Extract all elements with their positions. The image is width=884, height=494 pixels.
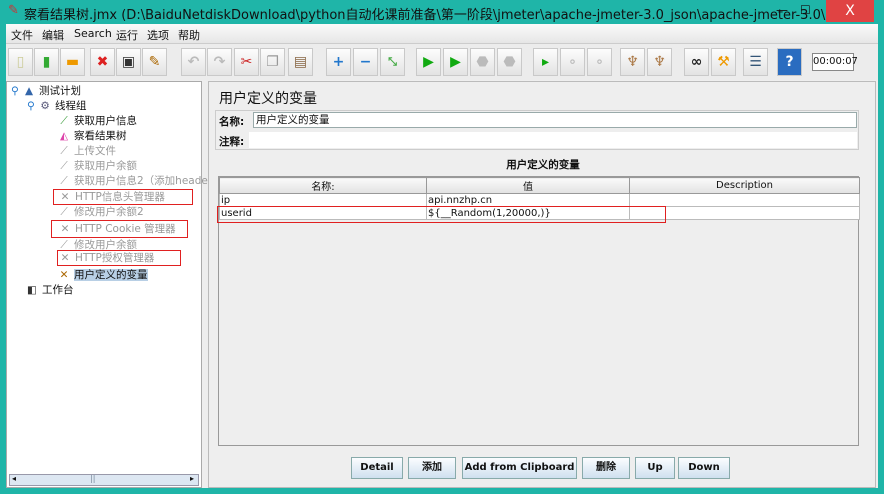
- chart-icon: ◭: [59, 130, 69, 142]
- start-icon[interactable]: ▶: [416, 48, 441, 76]
- menu-options[interactable]: 选项: [147, 27, 169, 43]
- comment-input[interactable]: [249, 132, 857, 148]
- menu-help[interactable]: 帮助: [178, 27, 200, 43]
- templates-icon[interactable]: ▮: [34, 48, 59, 76]
- wrench-icon: ✕: [60, 223, 70, 235]
- tree-node-sampler[interactable]: ⟋ 获取用户信息2（添加header: [57, 174, 212, 189]
- variables-table: 名称: 值 Description ip api.nnzhp.cn userid…: [217, 176, 860, 446]
- wrench-icon: ✕: [60, 252, 70, 264]
- undo-icon[interactable]: ↶: [181, 48, 206, 76]
- pipette-icon: ⟋: [60, 115, 68, 127]
- close-file-icon[interactable]: ✖: [90, 48, 115, 76]
- pipette-icon: ⟋: [60, 175, 68, 187]
- name-input[interactable]: 用户定义的变量: [253, 112, 857, 128]
- tree-node-sampler[interactable]: ⟋ 获取用户余额: [57, 159, 137, 174]
- tree-node-test-plan[interactable]: ⚲ ▲ 测试计划: [11, 84, 81, 99]
- collapse-icon[interactable]: −: [353, 48, 378, 76]
- scroll-left-icon[interactable]: ◂: [12, 474, 16, 483]
- shutdown-icon[interactable]: ⬣: [497, 48, 522, 76]
- tree-node-config[interactable]: ✕ HTTP Cookie 管理器: [51, 220, 188, 238]
- copy-icon[interactable]: ❐: [260, 48, 285, 76]
- reset-search-broom-icon[interactable]: ⚒: [711, 48, 736, 76]
- function-helper-icon[interactable]: ☰: [743, 48, 768, 76]
- remote-exit-icon[interactable]: ∘: [587, 48, 612, 76]
- toggle-icon[interactable]: ⤡: [380, 48, 405, 76]
- notebook-icon: ◧: [27, 284, 37, 296]
- search-binoculars-icon[interactable]: ∞: [684, 48, 709, 76]
- remote-stop-icon[interactable]: ∘: [560, 48, 585, 76]
- tree-node-config[interactable]: ✕ HTTP信息头管理器: [53, 189, 193, 205]
- save-icon[interactable]: ▣: [116, 48, 141, 76]
- title-bar: ✎ 察看结果树.jmx (D:\BaiduNetdiskDownload\pyt…: [0, 0, 884, 24]
- tree-node-config[interactable]: ✕ HTTP授权管理器: [57, 250, 181, 266]
- column-header-description[interactable]: Description: [629, 177, 860, 194]
- cell-name[interactable]: ip: [219, 193, 427, 207]
- menu-bar: 文件 编辑 Search 运行 选项 帮助: [6, 24, 878, 44]
- window-title: 察看结果树.jmx (D:\BaiduNetdiskDownload\pytho…: [24, 8, 863, 23]
- menu-file[interactable]: 文件: [11, 27, 33, 43]
- down-button[interactable]: Down: [678, 457, 730, 479]
- detail-button[interactable]: Detail: [351, 457, 403, 479]
- tree-node-sampler[interactable]: ⟋ 上传文件: [57, 144, 116, 159]
- column-header-value[interactable]: 值: [426, 177, 630, 194]
- open-icon[interactable]: ▬: [60, 48, 85, 76]
- tree-node-thread-group[interactable]: ⚲ ⚙ 线程组: [27, 99, 87, 114]
- test-plan-tree: ⚲ ▲ 测试计划 ⚲ ⚙ 线程组 ⟋ 获取用户信息 ◭ 察看结果树 ⟋ 上传文件 ⟋ 获取用…: [6, 81, 212, 488]
- save-as-icon[interactable]: ✎: [142, 48, 167, 76]
- cell-description[interactable]: [629, 193, 860, 207]
- redo-icon[interactable]: ↷: [207, 48, 232, 76]
- close-button[interactable]: X: [826, 0, 874, 22]
- comment-label: 注释:: [219, 136, 245, 148]
- clear-all-icon[interactable]: ♆: [647, 48, 672, 76]
- name-label: 名称:: [219, 116, 245, 128]
- highlight-box: [217, 206, 666, 223]
- tree-node-sampler[interactable]: ⟋ 修改用户余额2: [57, 205, 143, 220]
- app-window: 文件 编辑 Search 运行 选项 帮助 ▯ ▮ ▬ ✖ ▣ ✎ ↶ ↷ ✂ …: [6, 24, 878, 488]
- add-from-clipboard-button[interactable]: Add from Clipboard: [462, 457, 577, 479]
- pipette-icon: ⟋: [60, 160, 68, 172]
- delete-button[interactable]: 删除: [582, 457, 630, 479]
- add-button[interactable]: 添加: [408, 457, 456, 479]
- tree-node-workbench[interactable]: ◧ 工作台: [25, 283, 73, 298]
- new-icon[interactable]: ▯: [8, 48, 33, 76]
- table-title: 用户定义的变量: [506, 159, 580, 171]
- pipette-icon: ⟋: [60, 206, 68, 218]
- menu-run[interactable]: 运行: [116, 27, 138, 43]
- cut-icon[interactable]: ✂: [234, 48, 259, 76]
- menu-edit[interactable]: 编辑: [42, 27, 64, 43]
- expand-icon[interactable]: +: [326, 48, 351, 76]
- pipette-icon: ⟋: [60, 145, 68, 157]
- maximize-button[interactable]: ☐: [800, 3, 811, 17]
- panel-title: 用户定义的变量: [219, 91, 317, 107]
- toolbar: ▯ ▮ ▬ ✖ ▣ ✎ ↶ ↷ ✂ ❐ ▤ + − ⤡ ▶ ▶ ⬣ ⬣ ▸ ∘ …: [6, 44, 878, 80]
- gear-icon: ⚙: [40, 100, 50, 112]
- jmeter-feather-icon: ✎: [8, 3, 19, 18]
- name-comment-group: 名称: 用户定义的变量 注释:: [215, 110, 859, 150]
- tree-node-config-selected[interactable]: ✕ 用户定义的变量: [57, 268, 148, 283]
- tree-horizontal-scrollbar[interactable]: ◂ || ▸: [9, 474, 199, 486]
- column-header-name[interactable]: 名称:: [219, 177, 427, 194]
- up-button[interactable]: Up: [635, 457, 675, 479]
- menu-search[interactable]: Search: [74, 27, 112, 40]
- start-no-pause-icon[interactable]: ▶: [443, 48, 468, 76]
- element-panel: 用户定义的变量 名称: 用户定义的变量 注释: 用户定义的变量 名称: 值 De…: [208, 81, 876, 488]
- wrench-icon: ✕: [59, 269, 69, 281]
- paste-icon[interactable]: ▤: [288, 48, 313, 76]
- remote-start-icon[interactable]: ▸: [533, 48, 558, 76]
- minimize-button[interactable]: —: [776, 3, 788, 17]
- stop-icon[interactable]: ⬣: [470, 48, 495, 76]
- flask-icon: ▲: [25, 85, 34, 97]
- clear-icon[interactable]: ♆: [620, 48, 645, 76]
- wrench-icon: ✕: [60, 191, 70, 203]
- table-row[interactable]: ip api.nnzhp.cn: [219, 193, 860, 207]
- scroll-thumb[interactable]: ||: [90, 474, 95, 483]
- elapsed-timer: 00:00:07: [812, 53, 858, 71]
- help-icon[interactable]: ?: [777, 48, 802, 76]
- tree-node-listener[interactable]: ◭ 察看结果树: [57, 129, 127, 144]
- cell-value[interactable]: api.nnzhp.cn: [426, 193, 630, 207]
- scroll-right-icon[interactable]: ▸: [190, 474, 194, 483]
- tree-node-sampler[interactable]: ⟋ 获取用户信息: [57, 114, 137, 129]
